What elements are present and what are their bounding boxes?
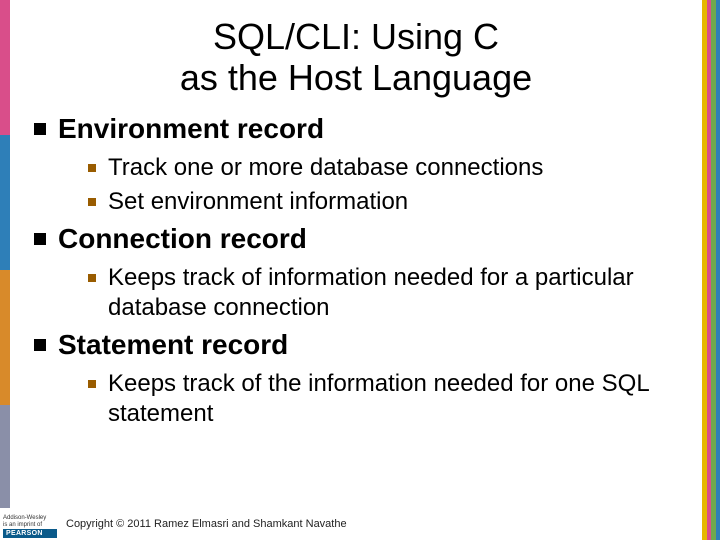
bullet-item: Track one or more database connections bbox=[88, 153, 684, 183]
square-bullet-icon bbox=[34, 123, 46, 135]
square-bullet-icon bbox=[88, 198, 96, 206]
bullet-item: Set environment information bbox=[88, 187, 684, 217]
square-bullet-icon bbox=[34, 339, 46, 351]
publisher-sub-text: is an imprint of bbox=[3, 522, 57, 528]
slide-title: SQL/CLI: Using C as the Host Language bbox=[28, 16, 684, 99]
bullet-item: Keeps track of information needed for a … bbox=[88, 263, 684, 323]
square-bullet-icon bbox=[88, 380, 96, 388]
bullet-text: Track one or more database connections bbox=[108, 153, 543, 183]
section-heading-text: Statement record bbox=[58, 329, 288, 361]
bullet-text: Keeps track of information needed for a … bbox=[108, 263, 684, 323]
section-heading-text: Connection record bbox=[58, 223, 307, 255]
square-bullet-icon bbox=[34, 233, 46, 245]
publisher-logo: Addison-Wesley is an imprint of PEARSON bbox=[0, 508, 60, 540]
slide-body: SQL/CLI: Using C as the Host Language En… bbox=[10, 0, 702, 540]
bullet-text: Keeps track of the information needed fo… bbox=[108, 369, 684, 429]
publisher-brand: PEARSON bbox=[3, 529, 57, 538]
right-accent-stripe bbox=[702, 0, 720, 540]
copyright-text: Copyright © 2011 Ramez Elmasri and Shamk… bbox=[66, 518, 347, 530]
bullet-item: Keeps track of the information needed fo… bbox=[88, 369, 684, 429]
publisher-top-text: Addison-Wesley bbox=[3, 515, 57, 521]
left-accent-stripe bbox=[0, 0, 10, 540]
section-heading: Statement record bbox=[34, 329, 684, 361]
title-line-2: as the Host Language bbox=[180, 57, 532, 98]
section-heading-text: Environment record bbox=[58, 113, 324, 145]
section-heading: Environment record bbox=[34, 113, 684, 145]
bullet-text: Set environment information bbox=[108, 187, 408, 217]
section-heading: Connection record bbox=[34, 223, 684, 255]
square-bullet-icon bbox=[88, 164, 96, 172]
square-bullet-icon bbox=[88, 274, 96, 282]
title-line-1: SQL/CLI: Using C bbox=[213, 16, 499, 57]
slide-footer: Addison-Wesley is an imprint of PEARSON … bbox=[0, 508, 720, 540]
